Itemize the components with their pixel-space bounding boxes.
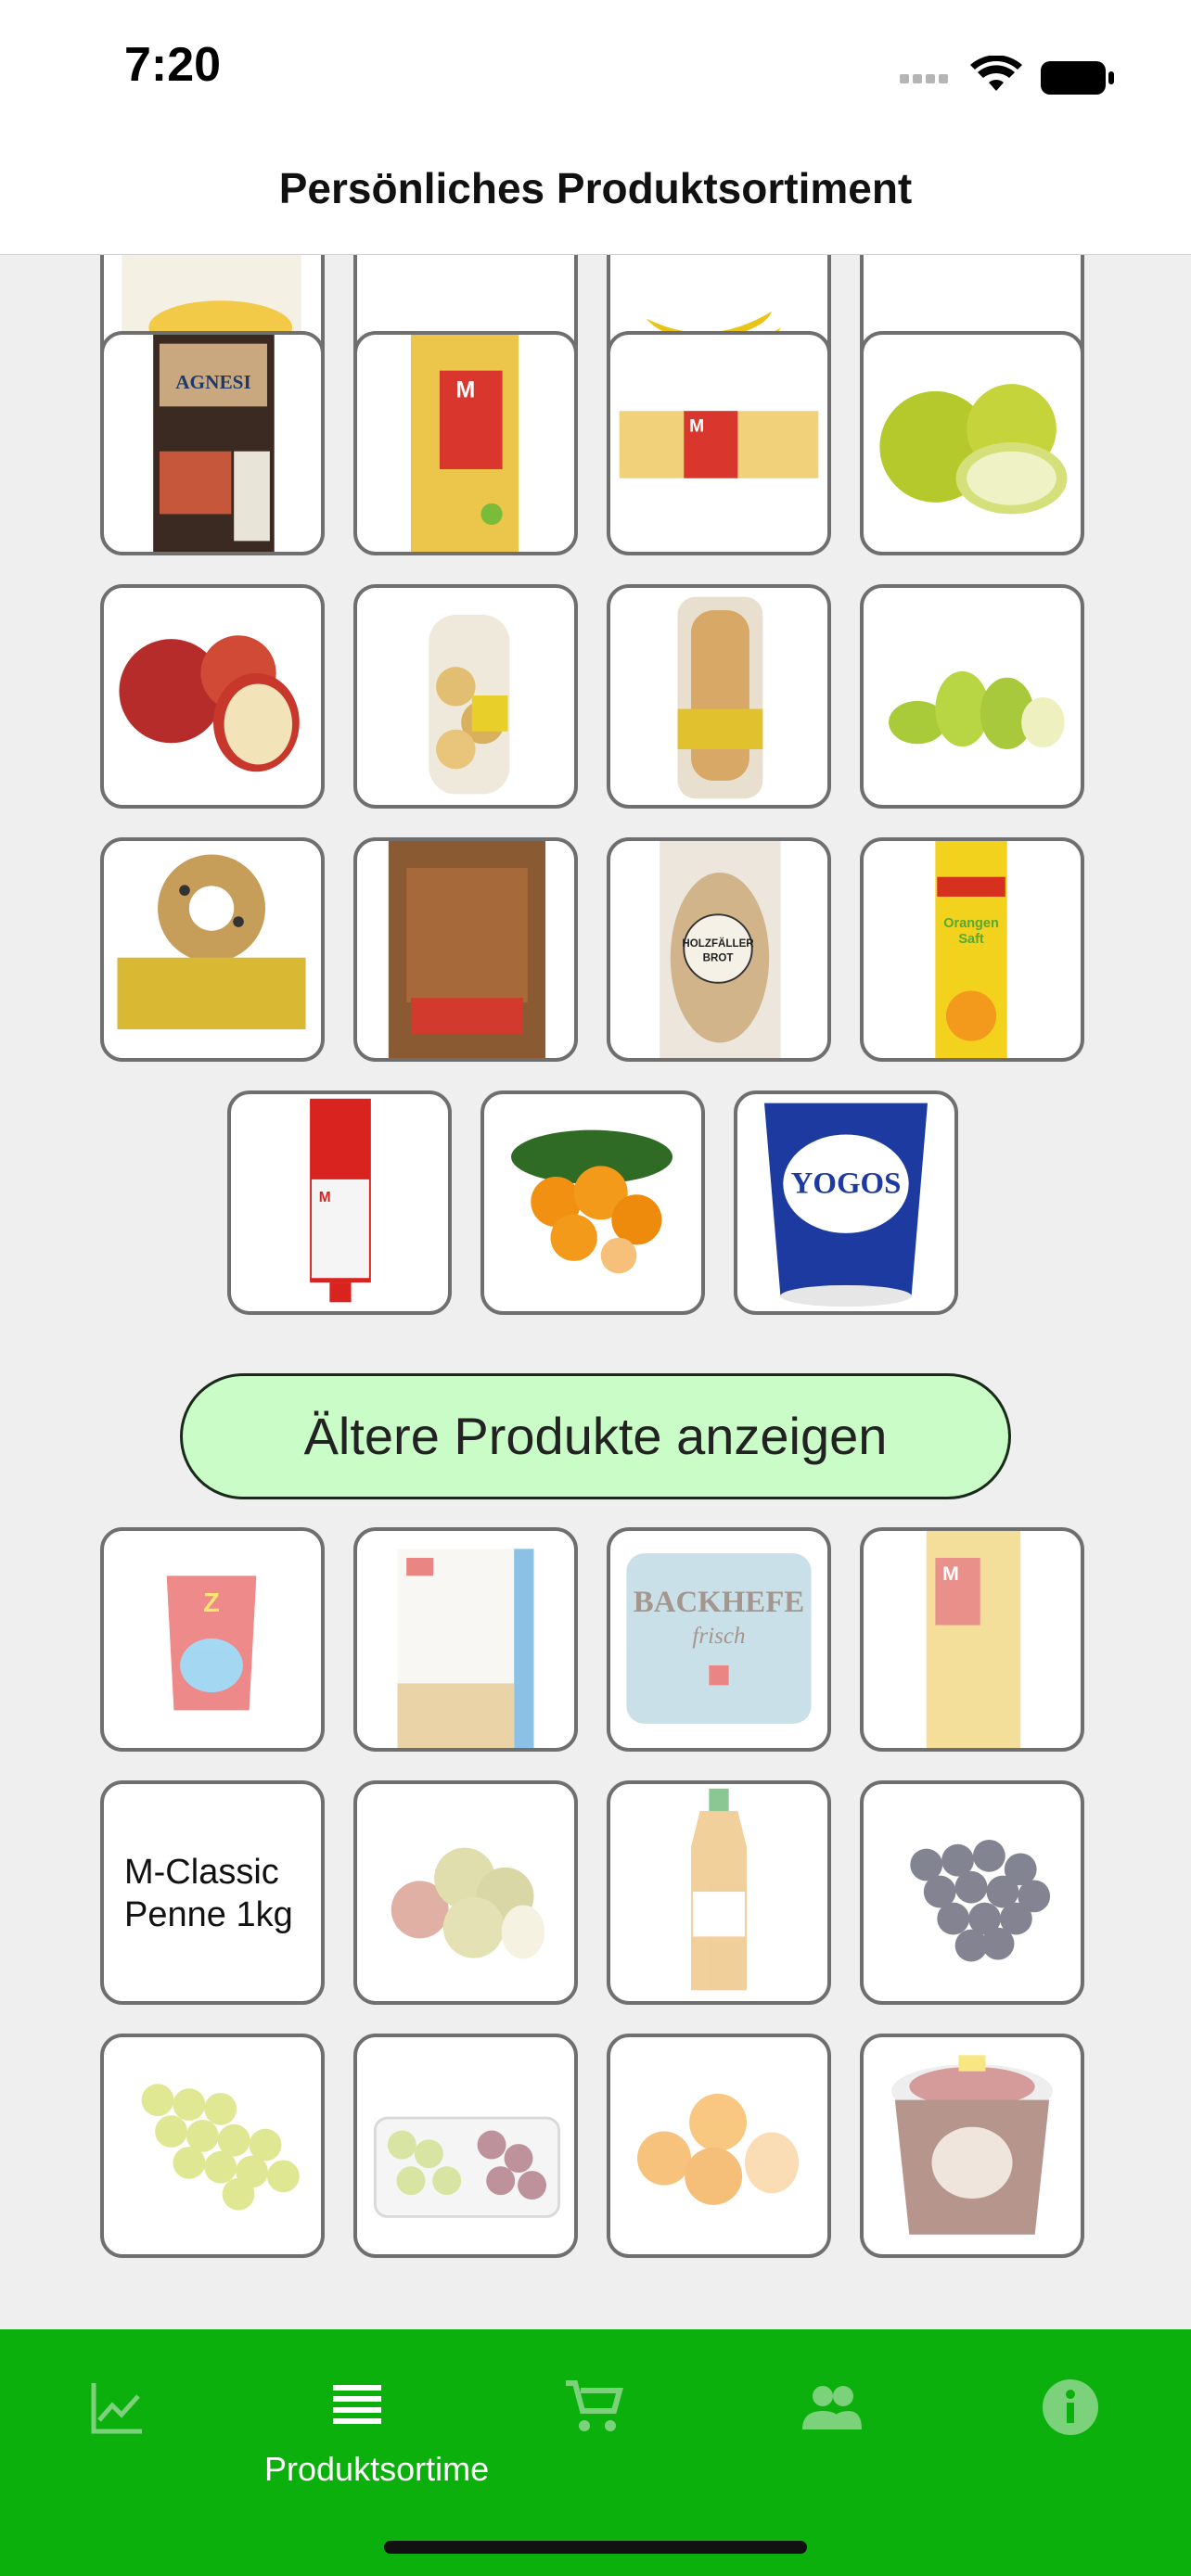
product-tile-broetchen[interactable] bbox=[353, 584, 578, 809]
svg-text:M: M bbox=[689, 416, 704, 436]
product-tile-trauben-gemischt[interactable] bbox=[353, 2034, 578, 2258]
tomato-paste-tube-image: M bbox=[310, 1098, 371, 1303]
tab-produktsortiment[interactable]: Produktsortime bbox=[264, 2357, 490, 2488]
lasagne-box-image: AGNESI bbox=[153, 335, 275, 552]
mixed-grapes-image bbox=[373, 2116, 561, 2218]
iced-tea-bottle-image bbox=[691, 1788, 747, 1991]
tab-label: Produktsortime bbox=[264, 2450, 490, 2488]
product-tile-tomatenpueree[interactable]: M bbox=[227, 1090, 452, 1315]
mandarins-image bbox=[511, 1129, 673, 1274]
svg-text:YOGOS: YOGOS bbox=[791, 1167, 902, 1200]
product-tile-m-nudeln[interactable]: M bbox=[860, 1527, 1084, 1752]
status-time: 7:20 bbox=[124, 38, 222, 92]
product-tile-zweifel-chips[interactable]: Z bbox=[100, 1527, 325, 1752]
svg-text:BROT: BROT bbox=[703, 952, 734, 964]
yeast-pack-image: BACKHEFE frisch bbox=[626, 1553, 812, 1724]
svg-text:Saft: Saft bbox=[958, 932, 984, 947]
product-tile-knusperkranz[interactable] bbox=[100, 837, 325, 1062]
product-tile-apples-red[interactable] bbox=[100, 584, 325, 809]
flour-bag-image bbox=[397, 1549, 534, 1748]
svg-text:BACKHEFE: BACKHEFE bbox=[634, 1586, 804, 1619]
list-icon bbox=[333, 2385, 381, 2424]
page-title: Persönliches Produktsortiment bbox=[278, 164, 913, 212]
product-grid[interactable]: AGNESI M M HOLZFÄLLER BROT Orangen Saft … bbox=[0, 255, 1191, 2329]
pears-image bbox=[889, 670, 1065, 750]
svg-text:HOLZFÄLLER: HOLZFÄLLER bbox=[682, 937, 754, 950]
tab-statistics[interactable] bbox=[25, 2357, 211, 2487]
svg-text:Z: Z bbox=[203, 1588, 220, 1618]
people-icon bbox=[802, 2386, 862, 2429]
product-tile-apples-green[interactable] bbox=[860, 331, 1084, 555]
tab-cart[interactable] bbox=[501, 2357, 686, 2487]
wifi-icon bbox=[970, 56, 1022, 91]
product-tile-clementinen[interactable] bbox=[607, 2034, 831, 2258]
product-tile-smarties-joghurt[interactable] bbox=[860, 2034, 1084, 2258]
pasta-bag-image: M bbox=[411, 335, 519, 552]
baguette-image bbox=[677, 596, 763, 799]
spaghetti-pack-image: M bbox=[619, 411, 819, 478]
yogurt-cup-image: YOGOS bbox=[764, 1103, 928, 1307]
product-tile-m-hoernli[interactable]: M bbox=[353, 331, 578, 555]
bread-loaf-image bbox=[388, 841, 546, 1058]
svg-text:frisch: frisch bbox=[692, 1624, 745, 1649]
svg-text:Orangen: Orangen bbox=[943, 916, 999, 931]
tab-bar: Produktsortime bbox=[0, 2329, 1191, 2576]
clementines-image bbox=[637, 2093, 800, 2205]
black-grapes-image bbox=[910, 1839, 1051, 1962]
red-apples-image bbox=[119, 635, 300, 772]
product-tile-trauben-blau[interactable] bbox=[860, 1780, 1084, 2005]
holzfaeller-bread-image: HOLZFÄLLER BROT bbox=[660, 841, 781, 1058]
product-tile-aepfel[interactable] bbox=[353, 1780, 578, 2005]
status-bar: 7:20 bbox=[0, 0, 1191, 139]
tab-people[interactable] bbox=[739, 2357, 925, 2487]
svg-text:M: M bbox=[455, 377, 475, 403]
home-indicator[interactable] bbox=[384, 2541, 807, 2554]
cellular-icon bbox=[900, 74, 948, 83]
product-tile-backhefe[interactable]: BACKHEFE frisch bbox=[607, 1527, 831, 1752]
bread-rolls-bag-image bbox=[429, 615, 510, 795]
product-tile-agnesi-lasagne[interactable]: AGNESI bbox=[100, 331, 325, 555]
status-icons bbox=[900, 56, 1114, 95]
product-tile-eistee[interactable] bbox=[607, 1780, 831, 2005]
product-tile-orangensaft[interactable]: Orangen Saft bbox=[860, 837, 1084, 1062]
product-tile-mandarinen[interactable] bbox=[480, 1090, 705, 1315]
chips-bag-image: Z bbox=[166, 1575, 257, 1711]
navigation-bar: Persönliches Produktsortiment bbox=[0, 139, 1191, 255]
green-apples-image bbox=[879, 384, 1068, 515]
noodles-bag-image: M bbox=[926, 1531, 1021, 1748]
product-tile-m-classic-penne[interactable]: M-Classic Penne 1kg bbox=[100, 1780, 325, 2005]
product-tile-pears[interactable] bbox=[860, 584, 1084, 809]
product-tile-m-spaghettini[interactable]: M bbox=[607, 331, 831, 555]
cart-icon bbox=[566, 2380, 623, 2431]
product-tile-weissmehl[interactable] bbox=[353, 1527, 578, 1752]
product-tile-trauben-weiss[interactable] bbox=[100, 2034, 325, 2258]
product-tile-holzfaeller-brot[interactable]: HOLZFÄLLER BROT bbox=[607, 837, 831, 1062]
product-tile-brot[interactable] bbox=[353, 837, 578, 1062]
chart-icon bbox=[91, 2383, 142, 2434]
apples-image bbox=[391, 1847, 545, 1959]
tab-info[interactable] bbox=[978, 2357, 1163, 2487]
info-icon bbox=[1043, 2379, 1098, 2435]
svg-text:AGNESI: AGNESI bbox=[175, 371, 251, 393]
white-grapes-image bbox=[141, 2084, 300, 2211]
product-tile-yogos[interactable]: YOGOS bbox=[734, 1090, 958, 1315]
show-older-products-button[interactable]: Ältere Produkte anzeigen bbox=[180, 1373, 1011, 1499]
bread-wreath-image bbox=[117, 854, 306, 1030]
product-tile-text: M-Classic Penne 1kg bbox=[124, 1853, 293, 1934]
battery-icon bbox=[1041, 61, 1114, 95]
product-tile-baguette[interactable] bbox=[607, 584, 831, 809]
orange-juice-carton-image: Orangen Saft bbox=[935, 841, 1007, 1058]
yogurt-smarties-image bbox=[890, 2055, 1054, 2235]
svg-text:M: M bbox=[319, 1190, 331, 1205]
svg-text:M: M bbox=[942, 1562, 959, 1585]
